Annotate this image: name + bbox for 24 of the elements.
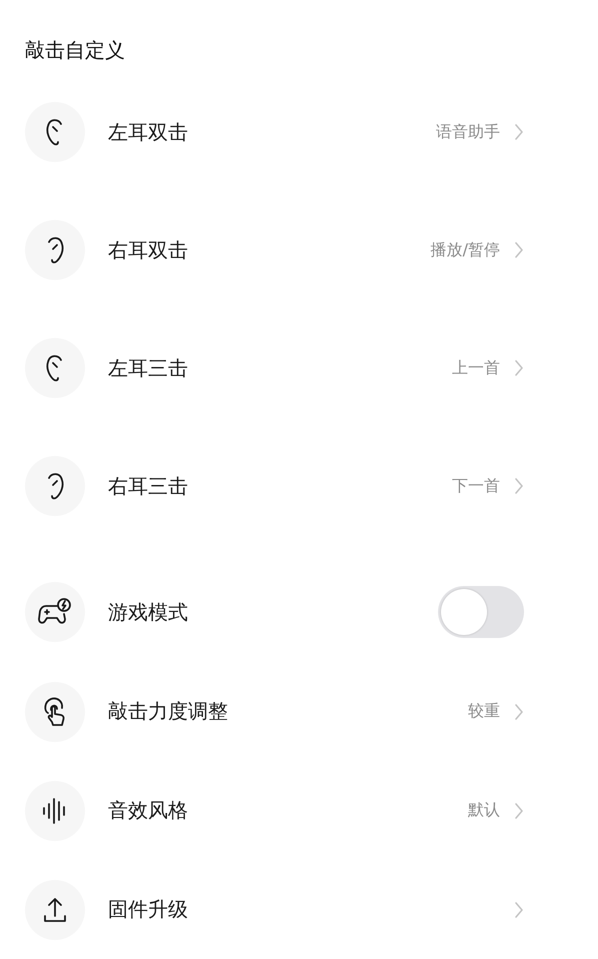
setting-label: 音效风格 <box>108 797 189 824</box>
setting-value: 下一首 <box>452 476 500 496</box>
chevron-icon <box>514 802 524 820</box>
chevron-icon <box>514 702 524 720</box>
setting-value: 默认 <box>468 800 500 821</box>
chevron-icon <box>514 123 524 141</box>
setting-value: 较重 <box>468 701 500 722</box>
setting-value: 上一首 <box>452 358 500 378</box>
upload-icon <box>42 896 68 924</box>
setting-label: 固件升级 <box>108 896 189 923</box>
setting-value: 播放/暂停 <box>430 240 500 260</box>
setting-label: 左耳三击 <box>108 354 189 382</box>
chevron-icon <box>514 241 524 259</box>
chevron-icon <box>514 359 524 377</box>
setting-label: 右耳双击 <box>108 236 189 264</box>
section-title: 敲击自定义 <box>24 37 126 64</box>
setting-label: 游戏模式 <box>108 598 189 626</box>
setting-label: 右耳三击 <box>108 472 189 500</box>
setting-label: 敲击力度调整 <box>108 698 229 725</box>
chevron-icon <box>514 900 524 918</box>
chevron-icon <box>514 477 524 495</box>
setting-value: 语音助手 <box>436 122 500 142</box>
setting-label: 左耳双击 <box>108 118 189 146</box>
toggle-switch[interactable] <box>438 586 524 638</box>
